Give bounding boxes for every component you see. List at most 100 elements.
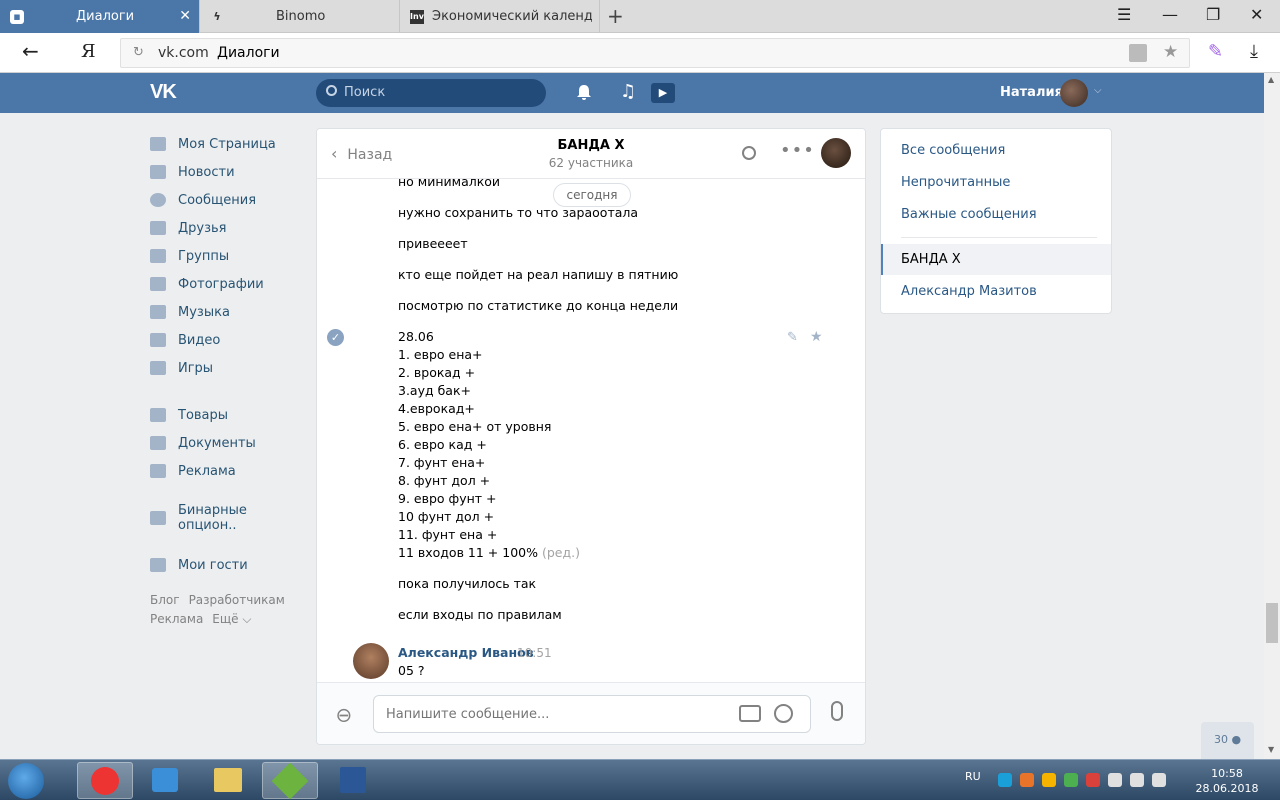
chevron-down-icon[interactable]: ⌵	[1094, 85, 1102, 96]
yandex-icon[interactable]: Я	[81, 41, 96, 62]
player-icon[interactable]: ▶	[651, 83, 675, 103]
edited-label[interactable]: (ред.)	[542, 545, 580, 560]
tray-app-icon[interactable]	[1064, 773, 1078, 787]
footer-blog-link[interactable]: Блог	[150, 593, 180, 607]
media-player-task[interactable]	[137, 762, 193, 799]
word-task[interactable]	[325, 762, 381, 799]
online-count: 30	[1214, 733, 1228, 746]
window-close-icon[interactable]: ✕	[1250, 5, 1263, 24]
address-bar: ← Я ↻ vk.com Диалоги ★ ✎ ⤓	[0, 33, 1280, 73]
explorer-task[interactable]	[200, 762, 256, 799]
footer-ads-link[interactable]: Реклама	[150, 612, 203, 626]
reload-icon[interactable]: ↻	[133, 45, 144, 60]
star-icon[interactable]: ★	[810, 329, 823, 345]
nav-label: Игры	[178, 360, 214, 376]
yandex-icon	[91, 767, 119, 795]
tray-app-icon[interactable]	[1020, 773, 1034, 787]
nav-goods[interactable]: Товары	[150, 401, 300, 429]
yandex-browser-task[interactable]	[77, 762, 133, 799]
sender-avatar[interactable]	[353, 643, 389, 679]
search-icon[interactable]	[742, 146, 756, 160]
lock-icon[interactable]	[1129, 44, 1147, 62]
scroll-up-icon[interactable]: ▲	[1268, 75, 1274, 84]
message-list[interactable]: сегодня но минималкой нужно сохранить то…	[317, 179, 865, 682]
download-icon[interactable]: ⤓	[1250, 41, 1258, 62]
new-tab-icon[interactable]: +	[607, 4, 624, 28]
avatar[interactable]	[1060, 79, 1088, 107]
online-friends-button[interactable]: 30 ●	[1201, 722, 1254, 759]
windows-start-icon[interactable]	[8, 763, 44, 799]
language-indicator[interactable]: RU	[965, 770, 981, 783]
nav-friends[interactable]: Друзья	[150, 214, 300, 242]
url-domain: vk.com	[158, 45, 209, 61]
nav-games[interactable]: Игры	[150, 354, 300, 382]
footer-more-link[interactable]: Ещё ⌵	[212, 612, 251, 626]
edit-icon[interactable]: ✎	[787, 330, 798, 345]
clock[interactable]: 10:58 28.06.2018	[1192, 766, 1262, 796]
nav-my-guests[interactable]: Мои гости	[150, 551, 300, 579]
attach-icon[interactable]: ⊘	[330, 701, 359, 730]
nav-documents[interactable]: Документы	[150, 429, 300, 457]
nav-ads[interactable]: Реклама	[150, 457, 300, 485]
close-icon[interactable]: ✕	[179, 8, 191, 24]
bookmark-star-icon[interactable]: ★	[1163, 42, 1178, 62]
nav-video[interactable]: Видео	[150, 326, 300, 354]
nav-my-page[interactable]: Моя Страница	[150, 130, 300, 158]
music-icon[interactable]: ♫	[620, 81, 636, 102]
nav-groups[interactable]: Группы	[150, 242, 300, 270]
more-icon[interactable]: •••	[780, 140, 815, 161]
footer-developers-link[interactable]: Разработчикам	[189, 593, 285, 607]
filter-important[interactable]: Важные сообщения	[901, 207, 1037, 222]
page-scrollbar[interactable]: ▲ ▼	[1264, 73, 1280, 759]
nav-photos[interactable]: Фотографии	[150, 270, 300, 298]
chat-item-active[interactable]: БАНДА X	[881, 244, 1111, 275]
vk-header: VK Поиск ♫ ▶ Наталия ⌵	[0, 73, 1264, 113]
restore-icon[interactable]: ❐	[1206, 5, 1220, 24]
nav-news[interactable]: Новости	[150, 158, 300, 186]
feather-icon[interactable]: ✎	[1208, 41, 1223, 62]
tray-app-icon[interactable]	[1108, 773, 1122, 787]
message-time[interactable]: 10:51	[517, 646, 552, 660]
trading-app-task[interactable]	[262, 762, 318, 800]
tab-calendar[interactable]: Inv Экономический календарь	[400, 0, 600, 33]
scroll-down-icon[interactable]: ▼	[1268, 745, 1274, 754]
back-arrow-icon[interactable]: ←	[22, 39, 39, 63]
selected-check-icon[interactable]: ✓	[327, 329, 344, 346]
tray-app-icon[interactable]	[1042, 773, 1056, 787]
skype-icon[interactable]	[998, 773, 1012, 787]
message-text: пока получилось так	[398, 576, 537, 591]
minimize-icon[interactable]: —	[1162, 5, 1178, 24]
search-input[interactable]: Поиск	[316, 79, 546, 107]
filter-all-messages[interactable]: Все сообщения	[901, 143, 1005, 158]
volume-icon[interactable]	[1152, 773, 1166, 787]
sender-name[interactable]: Александр Иванов	[398, 645, 534, 660]
nav-label: Друзья	[178, 220, 227, 236]
message-text: 2. врокад +	[398, 365, 476, 380]
nav-music[interactable]: Музыка	[150, 298, 300, 326]
menu-icon[interactable]: ☰	[1117, 5, 1131, 24]
camera-icon[interactable]	[739, 705, 761, 722]
message-text: 9. евро фунт +	[398, 491, 497, 506]
network-icon[interactable]	[1130, 773, 1144, 787]
url-field[interactable]: ↻ vk.com Диалоги ★	[120, 38, 1190, 68]
scroll-thumb[interactable]	[1266, 603, 1278, 643]
bell-icon[interactable]	[575, 83, 593, 101]
message-text: кто еще пойдет на реал напишу в пятнию	[398, 267, 679, 282]
nav-messages[interactable]: Сообщения	[150, 186, 300, 214]
chat-icon	[150, 193, 166, 207]
vk-logo[interactable]: VK	[150, 81, 177, 104]
tray-app-icon[interactable]	[1086, 773, 1100, 787]
microphone-icon[interactable]	[831, 701, 843, 721]
nav-binary-options[interactable]: Бинарные опцион..	[150, 503, 300, 533]
chat-item[interactable]: Александр Мазитов	[901, 284, 1037, 299]
user-name[interactable]: Наталия	[1000, 85, 1063, 100]
emoji-icon[interactable]	[774, 704, 793, 723]
url-title: Диалоги	[217, 45, 280, 61]
nav-footer: Блог Разработчикам Реклама Ещё ⌵	[150, 591, 300, 629]
filter-unread[interactable]: Непрочитанные	[901, 175, 1010, 190]
music-note-icon	[150, 305, 166, 319]
tab-dialogs[interactable]: ▪ Диалоги ✕	[0, 0, 200, 33]
grid-icon	[150, 558, 166, 572]
tab-binomo[interactable]: ϟ Binomo	[200, 0, 400, 33]
chat-avatar[interactable]	[821, 138, 851, 168]
